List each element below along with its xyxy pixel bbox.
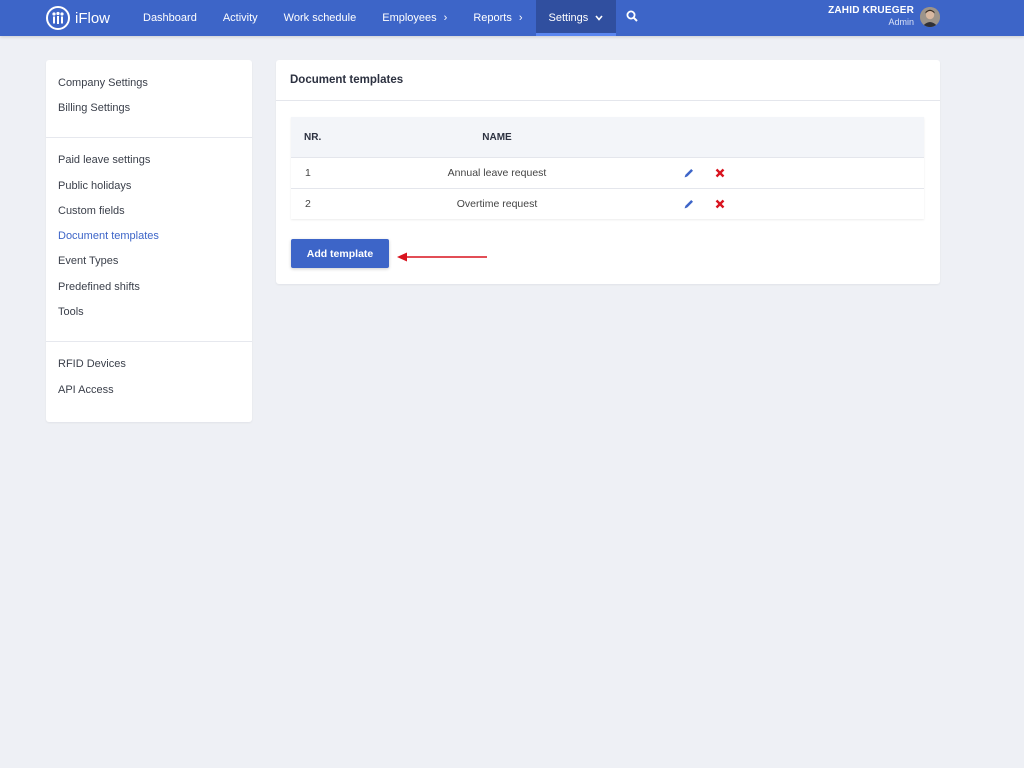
cell-nr: 1 [305, 167, 311, 179]
nav-item-label: Activity [222, 12, 258, 24]
sidebar-item-predefined-shifts[interactable]: Predefined shifts [46, 274, 252, 299]
nav-employees[interactable]: Employees › [369, 0, 460, 36]
nav-item-label: Work schedule [283, 12, 357, 24]
nav-item-label: Reports [473, 12, 512, 24]
cell-name: Overtime request [456, 198, 538, 210]
document-templates-card: Document templates NR. NAME 1 Annual lea… [276, 60, 940, 284]
chevron-right-icon: › [518, 11, 523, 24]
logo-icon [46, 6, 70, 30]
avatar[interactable] [920, 7, 940, 27]
nav-work-schedule[interactable]: Work schedule [271, 0, 370, 36]
user-name: ZAHID KRUEGER [828, 5, 914, 16]
nav-reports[interactable]: Reports › [460, 0, 535, 36]
sidebar-item-tools[interactable]: Tools [46, 299, 252, 324]
nav-search-button[interactable] [616, 0, 648, 36]
templates-table: NR. NAME 1 Annual leave request 2 Overti… [291, 117, 924, 219]
sidebar-item-custom-fields[interactable]: Custom fields [46, 198, 252, 223]
edit-icon[interactable] [681, 196, 697, 212]
nav-settings[interactable]: Settings [535, 0, 617, 36]
search-icon [626, 9, 638, 27]
sidebar-group-integrations: RFID Devices API Access [46, 342, 252, 419]
chevron-down-icon [595, 13, 603, 24]
cell-nr: 2 [305, 198, 311, 210]
delete-icon[interactable] [712, 196, 728, 212]
column-header-name: NAME [482, 131, 512, 143]
brand-name: iFlow [75, 9, 111, 27]
nav-item-label: Employees [382, 12, 437, 24]
table-row: 2 Overtime request [291, 188, 924, 219]
sidebar-item-document-templates[interactable]: Document templates [46, 223, 252, 248]
page-title: Document templates [276, 60, 940, 101]
delete-icon[interactable] [712, 165, 728, 181]
sidebar-item-rfid-devices[interactable]: RFID Devices [46, 352, 252, 377]
logo[interactable]: iFlow [46, 5, 110, 31]
column-header-nr: NR. [304, 131, 322, 143]
user-role: Admin [888, 17, 914, 27]
nav-item-label: Dashboard [143, 12, 197, 24]
sidebar-group-configuration: Paid leave settings Public holidays Cust… [46, 138, 252, 342]
sidebar-item-event-types[interactable]: Event Types [46, 249, 252, 274]
cell-name: Annual leave request [447, 167, 547, 179]
add-template-button[interactable]: Add template [291, 239, 389, 268]
sidebar-group-account: Company Settings Billing Settings [46, 60, 252, 138]
nav-item-label: Settings [548, 12, 589, 24]
sidebar-item-public-holidays[interactable]: Public holidays [46, 173, 252, 198]
main-nav: Dashboard Activity Work schedule Employe… [130, 0, 648, 36]
table-row: 1 Annual leave request [291, 157, 924, 188]
nav-activity[interactable]: Activity [210, 0, 271, 36]
user-menu[interactable]: ZAHID KRUEGER Admin [828, 5, 914, 27]
sidebar-item-api-access[interactable]: API Access [46, 377, 252, 402]
table-header: NR. NAME [291, 117, 924, 157]
sidebar-item-billing-settings[interactable]: Billing Settings [46, 95, 252, 120]
edit-icon[interactable] [681, 165, 697, 181]
annotation-arrow-icon [397, 252, 487, 262]
settings-sidebar: Company Settings Billing Settings Paid l… [46, 60, 252, 422]
row-actions [588, 196, 924, 212]
sidebar-item-company-settings[interactable]: Company Settings [46, 70, 252, 95]
nav-dashboard[interactable]: Dashboard [130, 0, 210, 36]
sidebar-item-paid-leave-settings[interactable]: Paid leave settings [46, 148, 252, 173]
top-navbar: iFlow Dashboard Activity Work schedule E… [0, 0, 1024, 36]
row-actions [588, 165, 924, 181]
chevron-right-icon: › [443, 11, 448, 24]
